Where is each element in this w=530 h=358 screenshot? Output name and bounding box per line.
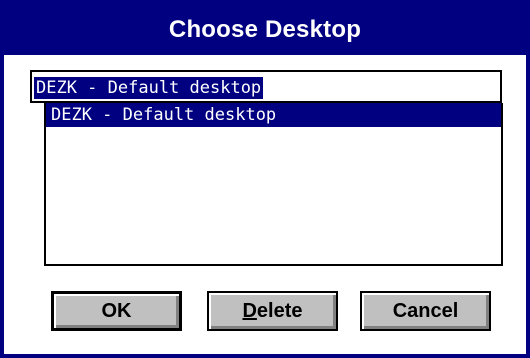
delete-mnemonic: D [242,299,257,322]
delete-button[interactable]: Delete [207,291,338,331]
title-bar[interactable]: Choose Desktop [4,4,526,55]
desktop-name-input[interactable]: DEZK - Default desktop [30,70,502,103]
delete-label-rest: elete [256,299,303,322]
ok-button[interactable]: OK [51,291,182,331]
desktop-name-input-value: DEZK - Default desktop [34,77,264,99]
choose-desktop-dialog: Choose Desktop DEZK - Default desktop DE… [0,0,530,358]
delete-button-label: Delete [242,300,302,323]
cancel-button[interactable]: Cancel [360,291,491,331]
desktop-list[interactable]: DEZK - Default desktop [44,103,503,266]
list-item-label: DEZK - Default desktop [51,105,277,125]
list-item[interactable]: DEZK - Default desktop [46,103,501,127]
ok-button-label: OK [101,299,132,322]
dialog-title: Choose Desktop [168,15,362,43]
cancel-button-label: Cancel [392,299,459,322]
